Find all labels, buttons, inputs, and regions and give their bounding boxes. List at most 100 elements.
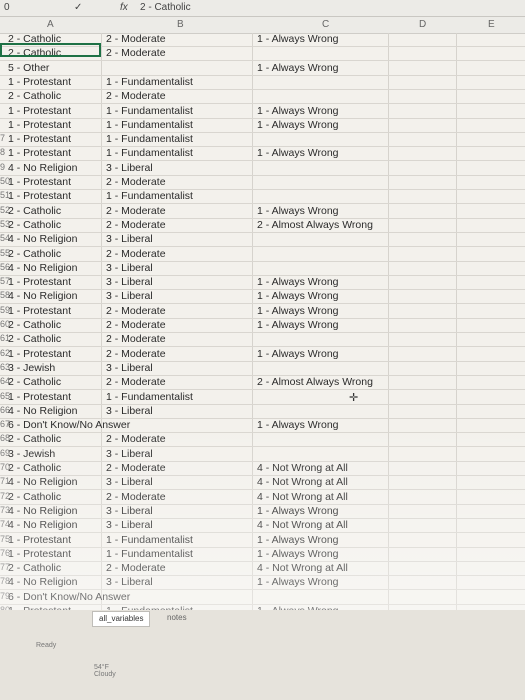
cell-a[interactable]: 4 - No Religion: [8, 233, 77, 245]
cell-b[interactable]: 2 - Moderate: [106, 90, 166, 102]
cell-c[interactable]: 1 - Always Wrong: [257, 319, 339, 331]
name-box[interactable]: 0: [4, 2, 10, 13]
cell-b[interactable]: 2 - Moderate: [106, 248, 166, 260]
cell-a[interactable]: 1 - Protestant: [8, 105, 71, 117]
cell-a[interactable]: 1 - Protestant: [8, 276, 71, 288]
cell-a[interactable]: 2 - Catholic: [8, 205, 61, 217]
cell-c[interactable]: 1 - Always Wrong: [257, 147, 339, 159]
cell-b[interactable]: 2 - Moderate: [106, 376, 166, 388]
cell-a[interactable]: 4 - No Religion: [8, 405, 77, 417]
cell-c[interactable]: 1 - Always Wrong: [257, 305, 339, 317]
weather-condition: Cloudy: [94, 671, 116, 678]
cell-b[interactable]: 2 - Moderate: [106, 333, 166, 345]
cell-a[interactable]: 4 - No Religion: [8, 290, 77, 302]
cell-b[interactable]: 1 - Fundamentalist: [106, 391, 193, 403]
cell-b[interactable]: 3 - Liberal: [106, 162, 153, 174]
table-row: 54 4 - No Religion 3 - Liberal: [0, 233, 525, 246]
cell-c[interactable]: 1 - Always Wrong: [257, 290, 339, 302]
weather-widget: 54°F Cloudy: [94, 664, 116, 678]
cell-b[interactable]: 3 - Liberal: [106, 362, 153, 374]
table-row: 81 - Protestant 1 - Fundamentalist 1 - Alw…: [0, 147, 525, 160]
cell-b[interactable]: 2 - Moderate: [106, 205, 166, 217]
cell-c[interactable]: 1 - Always Wrong: [257, 119, 339, 131]
table-row: 50 1 - Protestant 2 - Moderate: [0, 176, 525, 189]
cell-a[interactable]: 2 - Catholic: [8, 248, 61, 260]
sheet-tab-notes[interactable]: notes: [167, 611, 187, 625]
cell-a[interactable]: 1 - Protestant: [8, 305, 71, 317]
cell-b[interactable]: 3 - Liberal: [106, 262, 153, 274]
temperature: 54°F: [94, 664, 109, 671]
cell-b[interactable]: 1 - Fundamentalist: [106, 147, 193, 159]
cell-c[interactable]: 1 - Always Wrong: [257, 276, 339, 288]
cell-b[interactable]: 2 - Moderate: [106, 176, 166, 188]
cell-a[interactable]: 1 - Protestant: [8, 76, 71, 88]
cell-b[interactable]: 1 - Fundamentalist: [106, 119, 193, 131]
table-row: 71 - Protestant 1 - Fundamentalist: [0, 133, 525, 146]
cell-a[interactable]: 4 - No Religion: [8, 162, 77, 174]
row-number[interactable]: 7: [0, 133, 5, 143]
cell-a[interactable]: 1 - Protestant: [8, 190, 71, 202]
cell-a[interactable]: 2 - Catholic: [8, 319, 61, 331]
cell-a[interactable]: 2 - Catholic: [8, 333, 61, 345]
cell-a[interactable]: 5 - Other: [8, 62, 49, 74]
table-row: 65 1 - Protestant 1 - Fundamentalist: [0, 391, 525, 404]
cell-b[interactable]: 2 - Moderate: [106, 305, 166, 317]
cell-c[interactable]: 1 - Always Wrong: [257, 33, 339, 45]
cell-b[interactable]: 2 - Moderate: [106, 319, 166, 331]
cell-c[interactable]: 2 - Almost Always Wrong: [257, 376, 373, 388]
cell-b[interactable]: 3 - Liberal: [106, 405, 153, 417]
column-header-c[interactable]: C: [322, 19, 329, 30]
row-number[interactable]: 8: [0, 147, 5, 157]
cell-a[interactable]: 4 - No Religion: [8, 262, 77, 274]
column-header-e[interactable]: E: [488, 19, 495, 30]
cell-b[interactable]: 3 - Liberal: [106, 276, 153, 288]
cell-b[interactable]: 1 - Fundamentalist: [106, 133, 193, 145]
row-number[interactable]: 9: [0, 162, 5, 172]
table-row: 5 - Other 1 - Always Wrong: [0, 62, 525, 75]
column-header-a[interactable]: A: [47, 19, 54, 30]
cell-cursor-icon: ✛: [349, 392, 359, 404]
cell-a[interactable]: 1 - Protestant: [8, 348, 71, 360]
cell-a[interactable]: 2 - Catholic: [8, 376, 61, 388]
column-header-b[interactable]: B: [177, 19, 184, 30]
cell-a[interactable]: 1 - Protestant: [8, 119, 71, 131]
cell-a[interactable]: 3 - Jewish: [8, 362, 55, 374]
cell-b[interactable]: 2 - Moderate: [106, 47, 166, 59]
cell-c[interactable]: 2 - Almost Always Wrong: [257, 219, 373, 231]
cell-b[interactable]: 2 - Moderate: [106, 219, 166, 231]
table-row: 64 2 - Catholic 2 - Moderate 2 - Almost Alw…: [0, 376, 525, 389]
cell-a[interactable]: 2 - Catholic: [8, 90, 61, 102]
check-icon[interactable]: ✓: [74, 2, 82, 13]
cell-b[interactable]: 2 - Moderate: [106, 33, 166, 45]
active-cell-outline: [0, 43, 101, 57]
fx-icon[interactable]: fx: [120, 2, 128, 13]
cell-a[interactable]: 1 - Protestant: [8, 133, 71, 145]
cell-a[interactable]: 1 - Protestant: [8, 391, 71, 403]
formula-input[interactable]: 2 - Catholic: [140, 2, 191, 13]
cell-b[interactable]: 3 - Liberal: [106, 233, 153, 245]
cell-b[interactable]: 1 - Fundamentalist: [106, 190, 193, 202]
table-row: 53 2 - Catholic 2 - Moderate 2 - Almost Alw…: [0, 219, 525, 232]
status-ready: Ready: [36, 642, 57, 649]
cell-c[interactable]: 1 - Always Wrong: [257, 205, 339, 217]
cell-c[interactable]: 1 - Always Wrong: [257, 62, 339, 74]
table-row: 61 2 - Catholic 2 - Moderate: [0, 333, 525, 346]
cell-b[interactable]: 1 - Fundamentalist: [106, 76, 193, 88]
table-row: 58 4 - No Religion 3 - Liberal 1 - Always W…: [0, 290, 525, 303]
table-row: 59 1 - Protestant 2 - Moderate 1 - Always W…: [0, 305, 525, 318]
cell-a[interactable]: 1 - Protestant: [8, 147, 71, 159]
table-row: 1 - Protestant 1 - Fundamentalist 1 - Alwa…: [0, 105, 525, 118]
cell-a[interactable]: 2 - Catholic: [8, 219, 61, 231]
cell-b[interactable]: 3 - Liberal: [106, 290, 153, 302]
column-header-d[interactable]: D: [419, 19, 426, 30]
table-row: 56 4 - No Religion 3 - Liberal: [0, 262, 525, 275]
sheet-tab-all-variables[interactable]: all_variables: [92, 611, 151, 627]
table-row: 52 2 - Catholic 2 - Moderate 1 - Always Wro…: [0, 205, 525, 218]
cell-a[interactable]: 1 - Protestant: [8, 176, 71, 188]
cell-c[interactable]: 1 - Always Wrong: [257, 348, 339, 360]
column-header-row: A B C D E: [0, 17, 525, 34]
cell-c[interactable]: 1 - Always Wrong: [257, 105, 339, 117]
table-row: 66 4 - No Religion 3 - Liberal: [0, 405, 525, 418]
cell-b[interactable]: 1 - Fundamentalist: [106, 105, 193, 117]
cell-b[interactable]: 2 - Moderate: [106, 348, 166, 360]
